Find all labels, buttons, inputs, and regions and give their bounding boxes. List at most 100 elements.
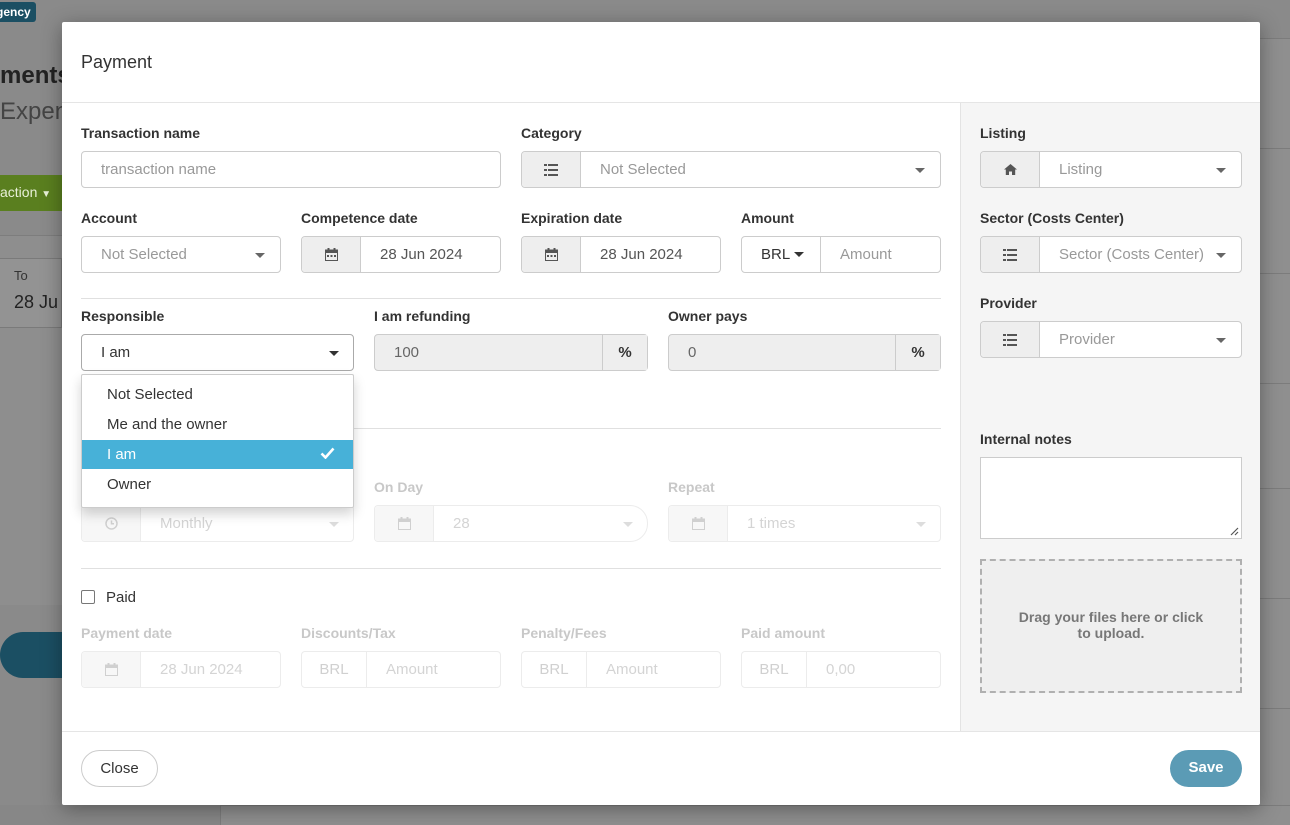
file-upload-dropzone[interactable]: Drag your files here or click to upload. bbox=[980, 559, 1242, 693]
chevron-down-icon bbox=[915, 168, 925, 173]
dropdown-option-label: Me and the owner bbox=[107, 416, 228, 433]
sector-placeholder: Sector (Costs Center) bbox=[1059, 246, 1205, 263]
chevron-down-icon bbox=[794, 252, 805, 257]
category-label: Category bbox=[521, 125, 582, 141]
modal-header: Payment bbox=[62, 22, 1260, 103]
dropdown-option-me-and-owner[interactable]: Me and the owner bbox=[82, 410, 353, 440]
calendar-icon bbox=[375, 506, 434, 541]
provider-select[interactable]: Provider bbox=[980, 321, 1242, 358]
frequency-value: Monthly bbox=[160, 515, 213, 532]
refunding-percent-addon: % bbox=[602, 335, 647, 370]
expiration-date-input[interactable]: 28 Jun 2024 bbox=[521, 236, 721, 273]
discounts-input[interactable]: BRL Amount bbox=[301, 651, 501, 688]
paid-checkbox[interactable] bbox=[81, 590, 95, 604]
discounts-placeholder: Amount bbox=[386, 661, 438, 678]
account-label: Account bbox=[81, 210, 137, 226]
sector-select[interactable]: Sector (Costs Center) bbox=[980, 236, 1242, 273]
modal-footer bbox=[62, 731, 1260, 805]
dropdown-option-owner[interactable]: Owner bbox=[82, 470, 353, 500]
divider bbox=[81, 298, 941, 299]
frequency-select[interactable]: Monthly bbox=[81, 505, 354, 542]
amount-label: Amount bbox=[741, 210, 794, 226]
expiration-date-label: Expiration date bbox=[521, 210, 623, 226]
background-footer-left bbox=[0, 805, 220, 825]
calendar-icon bbox=[669, 506, 728, 541]
payment-modal: Payment Transaction name transaction nam… bbox=[62, 22, 1260, 805]
category-select[interactable]: Not Selected bbox=[521, 151, 941, 188]
repeat-select[interactable]: 1 times bbox=[668, 505, 941, 542]
checkmark-icon bbox=[320, 447, 335, 459]
chevron-down-icon bbox=[255, 253, 265, 258]
internal-notes-textarea[interactable] bbox=[980, 457, 1242, 539]
transaction-name-label: Transaction name bbox=[81, 125, 201, 141]
provider-label: Provider bbox=[980, 295, 1037, 311]
refunding-input[interactable]: 100 % bbox=[374, 334, 648, 371]
date-filter-to-label: To bbox=[14, 268, 28, 283]
owner-pays-label: Owner pays bbox=[668, 308, 748, 324]
chevron-down-icon bbox=[329, 351, 339, 356]
background-right-column bbox=[1260, 38, 1290, 825]
dropdown-option-label: I am bbox=[107, 446, 137, 463]
discounts-currency: BRL bbox=[302, 652, 367, 687]
percent-icon: % bbox=[911, 344, 925, 361]
home-icon bbox=[981, 152, 1040, 187]
calendar-icon bbox=[522, 237, 581, 272]
internal-notes-label: Internal notes bbox=[980, 431, 1072, 447]
competence-date-input[interactable]: 28 Jun 2024 bbox=[301, 236, 501, 273]
list-icon bbox=[522, 152, 581, 187]
penalty-currency: BRL bbox=[522, 652, 587, 687]
owner-pays-value: 0 bbox=[688, 344, 697, 361]
chevron-down-icon bbox=[1216, 253, 1226, 258]
new-transaction-button: action ▼ bbox=[0, 175, 62, 211]
account-value: Not Selected bbox=[101, 246, 187, 263]
divider bbox=[81, 568, 941, 569]
discounts-label: Discounts/Tax bbox=[301, 625, 396, 641]
paid-amount-value: 0,00 bbox=[826, 661, 856, 678]
close-button[interactable]: Close bbox=[81, 750, 158, 787]
refunding-label: I am refunding bbox=[374, 308, 471, 324]
amount-input[interactable]: BRL Amount bbox=[741, 236, 941, 273]
responsible-dropdown-menu: Not Selected Me and the owner I am Owner bbox=[81, 374, 354, 508]
on-day-value: 28 bbox=[453, 515, 470, 532]
resize-handle-icon[interactable] bbox=[1230, 527, 1239, 536]
responsible-select[interactable]: I am bbox=[81, 334, 354, 371]
penalty-input[interactable]: BRL Amount bbox=[521, 651, 721, 688]
payment-date-value: 28 Jun 2024 bbox=[160, 661, 243, 678]
on-day-select[interactable]: 28 bbox=[374, 505, 648, 542]
page-title: ments bbox=[0, 62, 71, 89]
payment-date-input[interactable]: 28 Jun 2024 bbox=[81, 651, 281, 688]
refunding-value: 100 bbox=[394, 344, 420, 361]
calendar-icon bbox=[302, 237, 361, 272]
responsible-label: Responsible bbox=[81, 308, 165, 324]
paid-amount-currency: BRL bbox=[742, 652, 807, 687]
paid-label: Paid bbox=[106, 589, 137, 606]
competence-date-value: 28 Jun 2024 bbox=[380, 246, 463, 263]
amount-currency: BRL bbox=[761, 246, 791, 263]
dropdown-option-i-am[interactable]: I am bbox=[82, 440, 353, 469]
listing-select[interactable]: Listing bbox=[980, 151, 1242, 188]
owner-pays-input[interactable]: 0 % bbox=[668, 334, 941, 371]
paid-amount-input[interactable]: BRL 0,00 bbox=[741, 651, 941, 688]
transaction-name-input[interactable]: transaction name bbox=[81, 151, 501, 188]
amount-placeholder: Amount bbox=[840, 246, 892, 263]
percent-icon: % bbox=[618, 344, 632, 361]
owner-pays-percent-addon: % bbox=[895, 335, 940, 370]
dropdown-option-not-selected[interactable]: Not Selected bbox=[82, 380, 353, 410]
date-filter-to-value: 28 Ju bbox=[14, 292, 59, 312]
new-transaction-label: action bbox=[0, 184, 38, 200]
penalty-placeholder: Amount bbox=[606, 661, 658, 678]
repeat-value: 1 times bbox=[747, 515, 796, 532]
listing-placeholder: Listing bbox=[1059, 161, 1103, 178]
dropdown-option-label: Not Selected bbox=[107, 386, 193, 403]
agency-badge: gency bbox=[0, 2, 36, 22]
listing-label: Listing bbox=[980, 125, 1026, 141]
modal-title: Payment bbox=[81, 52, 153, 72]
amount-currency-dropdown[interactable]: BRL bbox=[742, 237, 821, 272]
payment-date-label: Payment date bbox=[81, 625, 173, 641]
chevron-down-icon bbox=[623, 522, 633, 527]
background-footer bbox=[220, 805, 1290, 825]
category-value: Not Selected bbox=[600, 161, 686, 178]
chevron-down-icon: ▼ bbox=[41, 189, 52, 200]
save-button[interactable]: Save bbox=[1170, 750, 1242, 787]
account-select[interactable]: Not Selected bbox=[81, 236, 281, 273]
